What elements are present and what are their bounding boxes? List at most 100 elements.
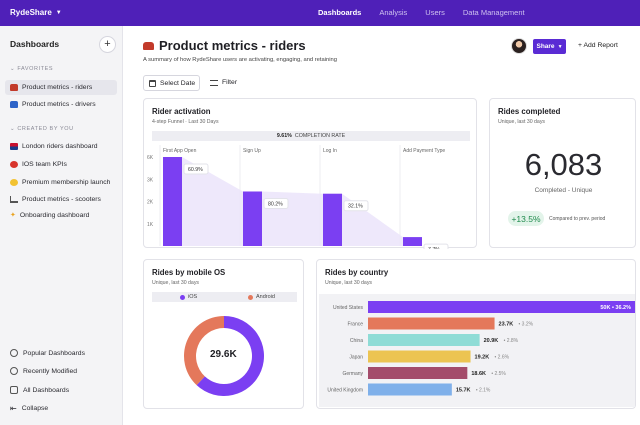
change-badge: +13.5% <box>508 211 544 226</box>
collapse-sidebar-button[interactable]: ⇤ Collapse <box>10 404 48 413</box>
bar-pct-label: • 2.6% <box>495 355 510 361</box>
sidebar-item-premium-membership[interactable]: Premium membership launch <box>5 175 117 190</box>
nav-dashboards[interactable]: Dashboards <box>318 8 361 17</box>
sidebar-item-label: Premium membership launch <box>22 179 111 186</box>
nav-data-management[interactable]: Data Management <box>463 8 525 17</box>
top-nav: Dashboards Analysis Users Data Managemen… <box>318 8 543 17</box>
favorites-section-label: ⌄ FAVORITES <box>10 66 54 72</box>
rider-activation-card[interactable]: Rider activation 4-step Funnel · Last 30… <box>143 98 477 249</box>
change-note: Compared to prev. period <box>549 216 606 222</box>
bar-pct-label: • 2.5% <box>491 371 506 377</box>
rides-completed-label: Completed - Unique <box>534 187 593 194</box>
bar-value-label: 15.7K <box>456 388 471 394</box>
page-title-text: Product metrics - riders <box>159 38 306 53</box>
nav-analysis[interactable]: Analysis <box>379 8 407 17</box>
page-title: Product metrics - riders <box>143 38 306 53</box>
bar-pct-label: • 3.2% <box>519 322 534 328</box>
sidebar-item-product-metrics-scooters[interactable]: Product metrics - scooters <box>5 192 117 207</box>
popular-dashboards-link[interactable]: Popular Dashboards <box>10 349 85 357</box>
sidebar-item-onboarding[interactable]: ✦ Onboarding dashboard <box>5 208 117 223</box>
red-circle-icon <box>10 161 18 168</box>
country-label: France <box>347 322 363 328</box>
rides-completed-value: 6,083 <box>524 147 603 182</box>
filter-icon <box>210 79 218 86</box>
sidebar-item-london-riders[interactable]: London riders dashboard <box>5 139 117 154</box>
funnel-step-label: Sign Up <box>243 148 261 154</box>
scooter-icon <box>10 196 18 203</box>
add-report-label: Add Report <box>583 42 618 49</box>
funnel-bar <box>163 157 182 246</box>
clock-icon <box>10 367 18 375</box>
country-label: Germany <box>342 371 363 377</box>
funnel-bar <box>243 191 262 246</box>
filter-label: Filter <box>222 79 238 86</box>
conversion-label: 80.2% <box>268 201 283 207</box>
rides-completed-card[interactable]: Rides completed Unique, last 30 days 6,0… <box>489 98 636 248</box>
card-subtitle: Unique, last 30 days <box>498 119 546 125</box>
nav-users[interactable]: Users <box>425 8 445 17</box>
funnel-step-label: Add Payment Type <box>403 148 445 154</box>
sidebar-item-product-metrics-drivers[interactable]: Product metrics - drivers <box>5 97 117 112</box>
y-tick-label: 2K <box>147 200 154 206</box>
country-bar-chart: United States 50K • 36.2% France 23.7K • 3.2… <box>319 294 635 407</box>
add-report-button[interactable]: + Add Report <box>578 42 618 49</box>
sidebar-item-label: Onboarding dashboard <box>19 212 90 219</box>
y-tick-label: 6K <box>147 155 154 161</box>
filter-button[interactable]: Filter <box>210 79 237 86</box>
funnel-dropoff-area <box>182 157 422 246</box>
collapse-icon: ⇤ <box>10 404 17 413</box>
brand-name: RydeShare <box>10 8 52 17</box>
bar-value-label: 20.9K <box>484 338 499 344</box>
country-bar <box>368 383 452 396</box>
country-bar <box>368 301 635 313</box>
y-tick-label: 3K <box>147 177 154 183</box>
car-red-icon <box>143 41 154 50</box>
bar-pct-label: • 2.1% <box>476 388 491 394</box>
add-dashboard-button[interactable]: + <box>99 36 116 53</box>
bar-value-label: 50K • 36.2% <box>600 305 631 311</box>
car-blue-icon <box>10 101 18 108</box>
all-dashboards-link[interactable]: All Dashboards <box>10 386 69 394</box>
sidebar-item-label: Product metrics - scooters <box>22 196 101 203</box>
sidebar-item-label: Product metrics - riders <box>22 84 93 91</box>
country-bar <box>368 334 480 346</box>
select-date-label: Select Date <box>160 79 196 87</box>
sidebar-item-ios-team-kpis[interactable]: IOS team KPIs <box>5 157 117 172</box>
share-button[interactable]: Share ▼ <box>533 39 566 54</box>
created-section-label: ⌄ CREATED BY YOU <box>10 126 74 132</box>
brand-menu[interactable]: RydeShare ▼ <box>10 8 62 17</box>
popular-icon <box>10 349 18 357</box>
uk-flag-icon <box>10 143 18 150</box>
bar-value-label: 19.2K <box>475 355 490 361</box>
country-label: Japan <box>349 355 363 361</box>
chevron-down-icon: ▼ <box>55 9 62 16</box>
recently-modified-link[interactable]: Recently Modified <box>10 367 77 375</box>
country-label: United Kingdom <box>327 388 363 394</box>
country-bar <box>368 367 468 379</box>
chevron-down-icon: ▼ <box>557 43 563 50</box>
smile-icon <box>10 179 18 186</box>
bar-value-label: 18.6K <box>471 371 486 377</box>
conversion-label: 60.9% <box>188 167 203 173</box>
country-label: China <box>350 338 363 344</box>
avatar[interactable] <box>511 38 527 54</box>
share-label: Share <box>536 43 555 50</box>
footer-label: Recently Modified <box>23 367 78 375</box>
funnel-step-label: First App Open <box>163 148 197 154</box>
select-date-button[interactable]: Select Date <box>143 75 200 91</box>
conversion-label: 32.1% <box>348 204 363 210</box>
top-navigation-bar: RydeShare ▼ Dashboards Analysis Users Da… <box>0 0 640 26</box>
sidebar: Dashboards + ⌄ FAVORITES Product metrics… <box>0 26 123 425</box>
sidebar-item-label: London riders dashboard <box>22 143 98 150</box>
rides-by-country-card[interactable]: Rides by country Unique, last 30 days Un… <box>316 259 636 409</box>
sidebar-title: Dashboards <box>10 39 60 49</box>
rides-by-os-card[interactable]: Rides by mobile OS Unique, last 30 days … <box>143 259 304 409</box>
country-bar <box>368 317 495 330</box>
donut-center-label: 29.6K <box>210 349 237 360</box>
country-label: United States <box>333 305 364 311</box>
bar-value-label: 23.7K <box>499 322 514 328</box>
footer-label: All Dashboards <box>23 386 70 394</box>
calendar-icon <box>149 79 156 87</box>
sidebar-item-label: Product metrics - drivers <box>22 101 96 108</box>
sidebar-item-product-metrics-riders[interactable]: Product metrics - riders <box>5 80 117 95</box>
